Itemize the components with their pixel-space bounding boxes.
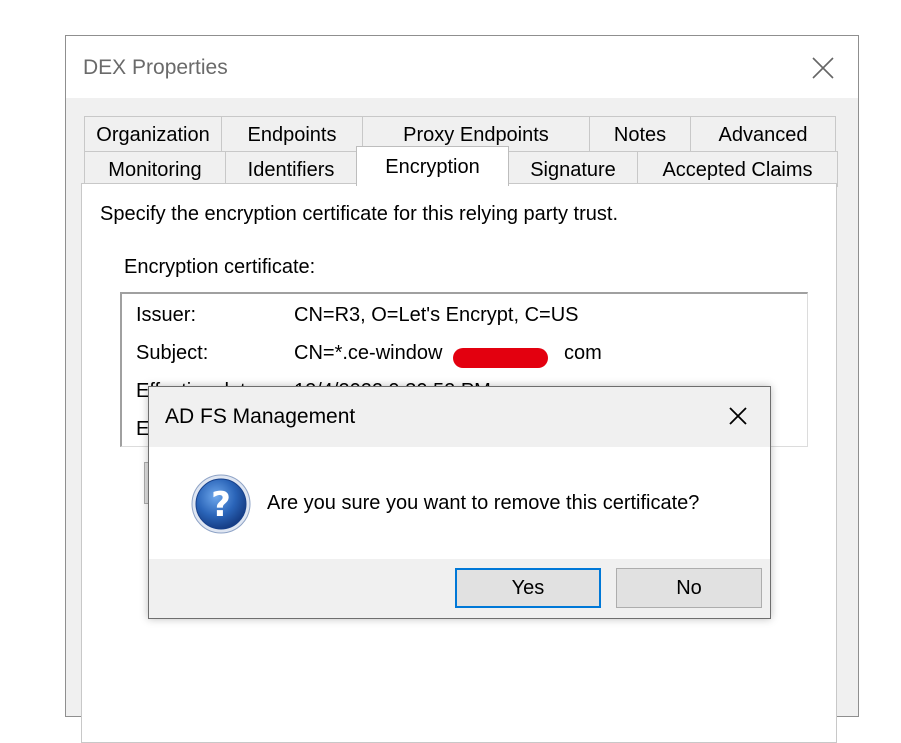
- tab-advanced[interactable]: Advanced: [690, 116, 836, 152]
- tab-identifiers[interactable]: Identifiers: [225, 151, 357, 187]
- tab-accepted-claims[interactable]: Accepted Claims: [637, 151, 838, 187]
- issuer-row: Issuer: CN=R3, O=Let's Encrypt, C=US: [136, 304, 578, 327]
- dialog-body: ? Are you sure you want to remove this c…: [149, 447, 770, 559]
- title-bar: DEX Properties: [66, 36, 858, 98]
- dialog-close-icon[interactable]: [721, 399, 755, 433]
- question-icon: ?: [189, 472, 253, 536]
- yes-button[interactable]: Yes: [455, 568, 601, 608]
- subject-row: Subject: CN=*.ce-window com: [136, 342, 602, 365]
- subject-key: Subject:: [136, 342, 209, 364]
- dialog-message: Are you sure you want to remove this cer…: [267, 492, 700, 514]
- issuer-key: Issuer:: [136, 304, 197, 326]
- tab-signature[interactable]: Signature: [508, 151, 638, 187]
- subject-value-suffix: com: [564, 342, 602, 364]
- certificate-label: Encryption certificate:: [124, 256, 316, 278]
- redaction-mark: [453, 348, 548, 368]
- svg-text:?: ?: [211, 485, 231, 525]
- instruction-text: Specify the encryption certificate for t…: [100, 203, 618, 225]
- window-title: DEX Properties: [83, 56, 228, 79]
- tab-organization[interactable]: Organization: [84, 116, 222, 152]
- issuer-value: CN=R3, O=Let's Encrypt, C=US: [294, 304, 579, 326]
- no-button[interactable]: No: [616, 568, 762, 608]
- close-icon[interactable]: [803, 48, 843, 88]
- tab-monitoring[interactable]: Monitoring: [84, 151, 226, 187]
- subject-value: CN=*.ce-window: [294, 342, 443, 364]
- tab-notes[interactable]: Notes: [589, 116, 691, 152]
- tab-endpoints[interactable]: Endpoints: [221, 116, 363, 152]
- dialog-title: AD FS Management: [165, 405, 356, 428]
- confirm-dialog: AD FS Management ? Are you sure you want…: [148, 386, 771, 619]
- tab-encryption[interactable]: Encryption: [356, 146, 509, 186]
